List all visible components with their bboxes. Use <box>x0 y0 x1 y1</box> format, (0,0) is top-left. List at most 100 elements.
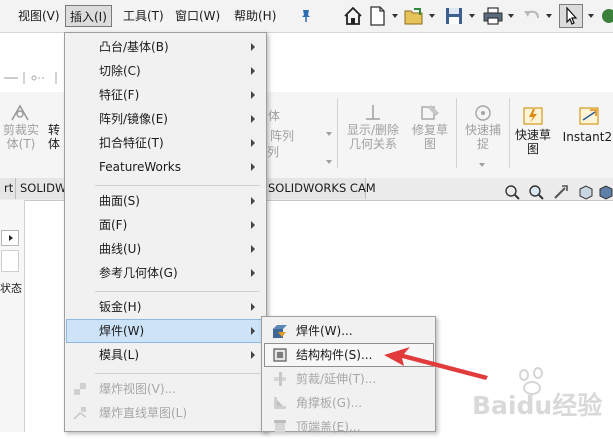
menu-item-label: 曲面(S) <box>99 194 140 208</box>
view-orientation-icon[interactable] <box>598 183 613 201</box>
submenu-arrow-icon <box>251 197 255 205</box>
trim-entities-label[interactable]: 剪裁实 体(T) <box>1 123 41 151</box>
new-document-icon[interactable] <box>366 5 388 27</box>
gusset-icon <box>274 397 286 409</box>
open-dropdown-icon[interactable] <box>429 14 435 18</box>
print-dropdown-icon[interactable] <box>508 14 514 18</box>
submenu-arrow-icon <box>251 351 255 359</box>
tab-solidworks-cam[interactable]: SOLIDWORKS CAM <box>264 178 376 199</box>
quick-access-toolbar <box>326 0 613 33</box>
explode-line-sketch-icon <box>73 407 87 420</box>
undo-dropdown-icon[interactable] <box>546 14 552 18</box>
menu-insert[interactable]: 插入(I) <box>65 5 112 27</box>
print-icon[interactable] <box>482 5 504 27</box>
menu-item-weldments[interactable]: 焊件(W) <box>66 319 265 343</box>
menu-item-cut[interactable]: 切除(C) <box>66 59 265 83</box>
menu-item-label: 曲线(U) <box>99 242 142 256</box>
submenu-arrow-icon <box>251 221 255 229</box>
home-icon[interactable] <box>342 5 364 27</box>
tab-part[interactable]: rt <box>0 178 16 199</box>
menu-item-features[interactable]: 特征(F) <box>66 83 265 107</box>
menu-tools[interactable]: 工具(T) <box>119 5 168 27</box>
new-dropdown-icon[interactable] <box>392 14 398 18</box>
ribbon-partial-label: 体 <box>268 109 281 123</box>
menu-item-pattern-mirror[interactable]: 阵列/镜像(E) <box>66 107 265 131</box>
submenu-arrow-icon <box>251 67 255 75</box>
weldment-icon <box>273 325 287 338</box>
menu-item-label: 凸台/基体(B) <box>99 40 169 54</box>
submenu-item-label: 角撑板(G)... <box>296 396 363 410</box>
sketch-toolbar-row <box>0 62 65 93</box>
menu-item-label: 参考几何体(G) <box>99 266 178 280</box>
menu-item-sheet-metal[interactable]: 钣金(H) <box>66 295 265 319</box>
ribbon-separator <box>337 98 338 168</box>
menu-item-fastening-feature[interactable]: 扣合特征(T) <box>66 131 265 155</box>
undo-icon[interactable] <box>521 5 543 27</box>
trim-entities-icon[interactable] <box>8 102 32 124</box>
quick-snaps-label[interactable]: 快速捕 捉 <box>460 123 506 151</box>
select-cursor-icon[interactable] <box>559 4 583 28</box>
repair-sketch-label[interactable]: 修复草 图 <box>407 123 453 151</box>
quick-snaps-icon[interactable] <box>472 103 494 123</box>
menu-item-label: 切除(C) <box>99 64 141 78</box>
zoom-area-icon[interactable] <box>527 183 545 201</box>
display-delete-relations-icon[interactable] <box>362 103 384 123</box>
menu-view[interactable]: 视图(V) <box>14 5 64 27</box>
pattern-dropdown-icon[interactable] <box>326 132 332 136</box>
options-icon[interactable] <box>598 5 613 27</box>
save-icon[interactable] <box>443 5 465 27</box>
sketch-tools-icon <box>4 72 57 84</box>
instant2d-label[interactable]: Instant2D <box>562 130 613 144</box>
menu-item-explode-line-sketch[interactable]: 爆炸直线草图(L) <box>66 401 265 425</box>
menu-item-featureworks[interactable]: FeatureWorks <box>66 155 265 179</box>
menu-separator <box>95 373 260 374</box>
panel-status-text: 状态 <box>0 282 22 295</box>
submenu-item-weldment[interactable]: 焊件(W)... <box>264 319 434 343</box>
convert-entities-label[interactable]: 转 体 <box>46 123 62 151</box>
instant2d-icon[interactable] <box>578 106 600 126</box>
exploded-view-icon <box>74 383 86 395</box>
watermark-text: Baidu经验 <box>472 391 603 420</box>
repair-sketch-icon[interactable] <box>419 103 441 123</box>
submenu-arrow-icon <box>251 269 255 277</box>
submenu-arrow-icon <box>251 43 255 51</box>
display-delete-relations-label[interactable]: 显示/删除 几何关系 <box>343 123 403 151</box>
select-dropdown-icon[interactable] <box>588 14 594 18</box>
rapid-sketch-icon[interactable] <box>522 106 544 126</box>
submenu-item-end-cap[interactable]: 顶端盖(E)... <box>264 415 434 439</box>
menu-item-boss-base[interactable]: 凸台/基体(B) <box>66 35 265 59</box>
submenu-item-gusset[interactable]: 角撑板(G)... <box>264 391 434 415</box>
pin-icon[interactable] <box>300 9 312 23</box>
menu-item-curve[interactable]: 曲线(U) <box>66 237 265 261</box>
menu-window[interactable]: 窗口(W) <box>171 5 224 27</box>
menu-bar: 视图(V) 插入(I) 工具(T) 窗口(W) 帮助(H) <box>0 0 326 33</box>
zoom-fit-icon[interactable] <box>503 183 521 201</box>
menu-item-face[interactable]: 面(F) <box>66 213 265 237</box>
watermark: Baidu经验 <box>472 366 612 422</box>
submenu-arrow-icon <box>251 115 255 123</box>
menu-item-label: FeatureWorks <box>99 160 181 174</box>
menu-item-exploded-view[interactable]: 爆炸视图(V)... <box>66 377 265 401</box>
submenu-item-label: 剪裁/延伸(T)... <box>296 372 377 386</box>
linear-pattern-label[interactable]: 阵列 <box>266 129 298 143</box>
menu-item-surface[interactable]: 曲面(S) <box>66 189 265 213</box>
menu-item-label: 阵列/镜像(E) <box>99 112 168 126</box>
structural-member-icon <box>273 348 287 362</box>
pattern-dropdown-icon-2[interactable] <box>326 160 332 164</box>
section-view-icon[interactable] <box>577 183 595 201</box>
tab-solidworks-addins[interactable]: SOLIDW <box>16 178 66 199</box>
quick-snaps-dropdown-icon[interactable] <box>479 163 485 167</box>
trim-extend-icon <box>274 372 286 386</box>
insert-menu: 凸台/基体(B) 切除(C) 特征(F) 阵列/镜像(E) 扣合特征(T) Fe… <box>64 32 267 432</box>
panel-arrow-icon <box>9 235 13 241</box>
menu-item-molds[interactable]: 模具(L) <box>66 343 265 367</box>
previous-view-icon[interactable] <box>552 183 570 201</box>
menu-separator <box>95 291 260 292</box>
save-dropdown-icon[interactable] <box>469 14 475 18</box>
menu-help[interactable]: 帮助(H) <box>230 5 280 27</box>
menu-item-reference-geometry[interactable]: 参考几何体(G) <box>66 261 265 285</box>
menu-item-label: 爆炸视图(V)... <box>99 382 177 396</box>
panel-dropdown[interactable] <box>1 230 19 246</box>
rapid-sketch-label[interactable]: 快速草 图 <box>510 128 556 156</box>
open-folder-icon[interactable] <box>403 5 425 27</box>
